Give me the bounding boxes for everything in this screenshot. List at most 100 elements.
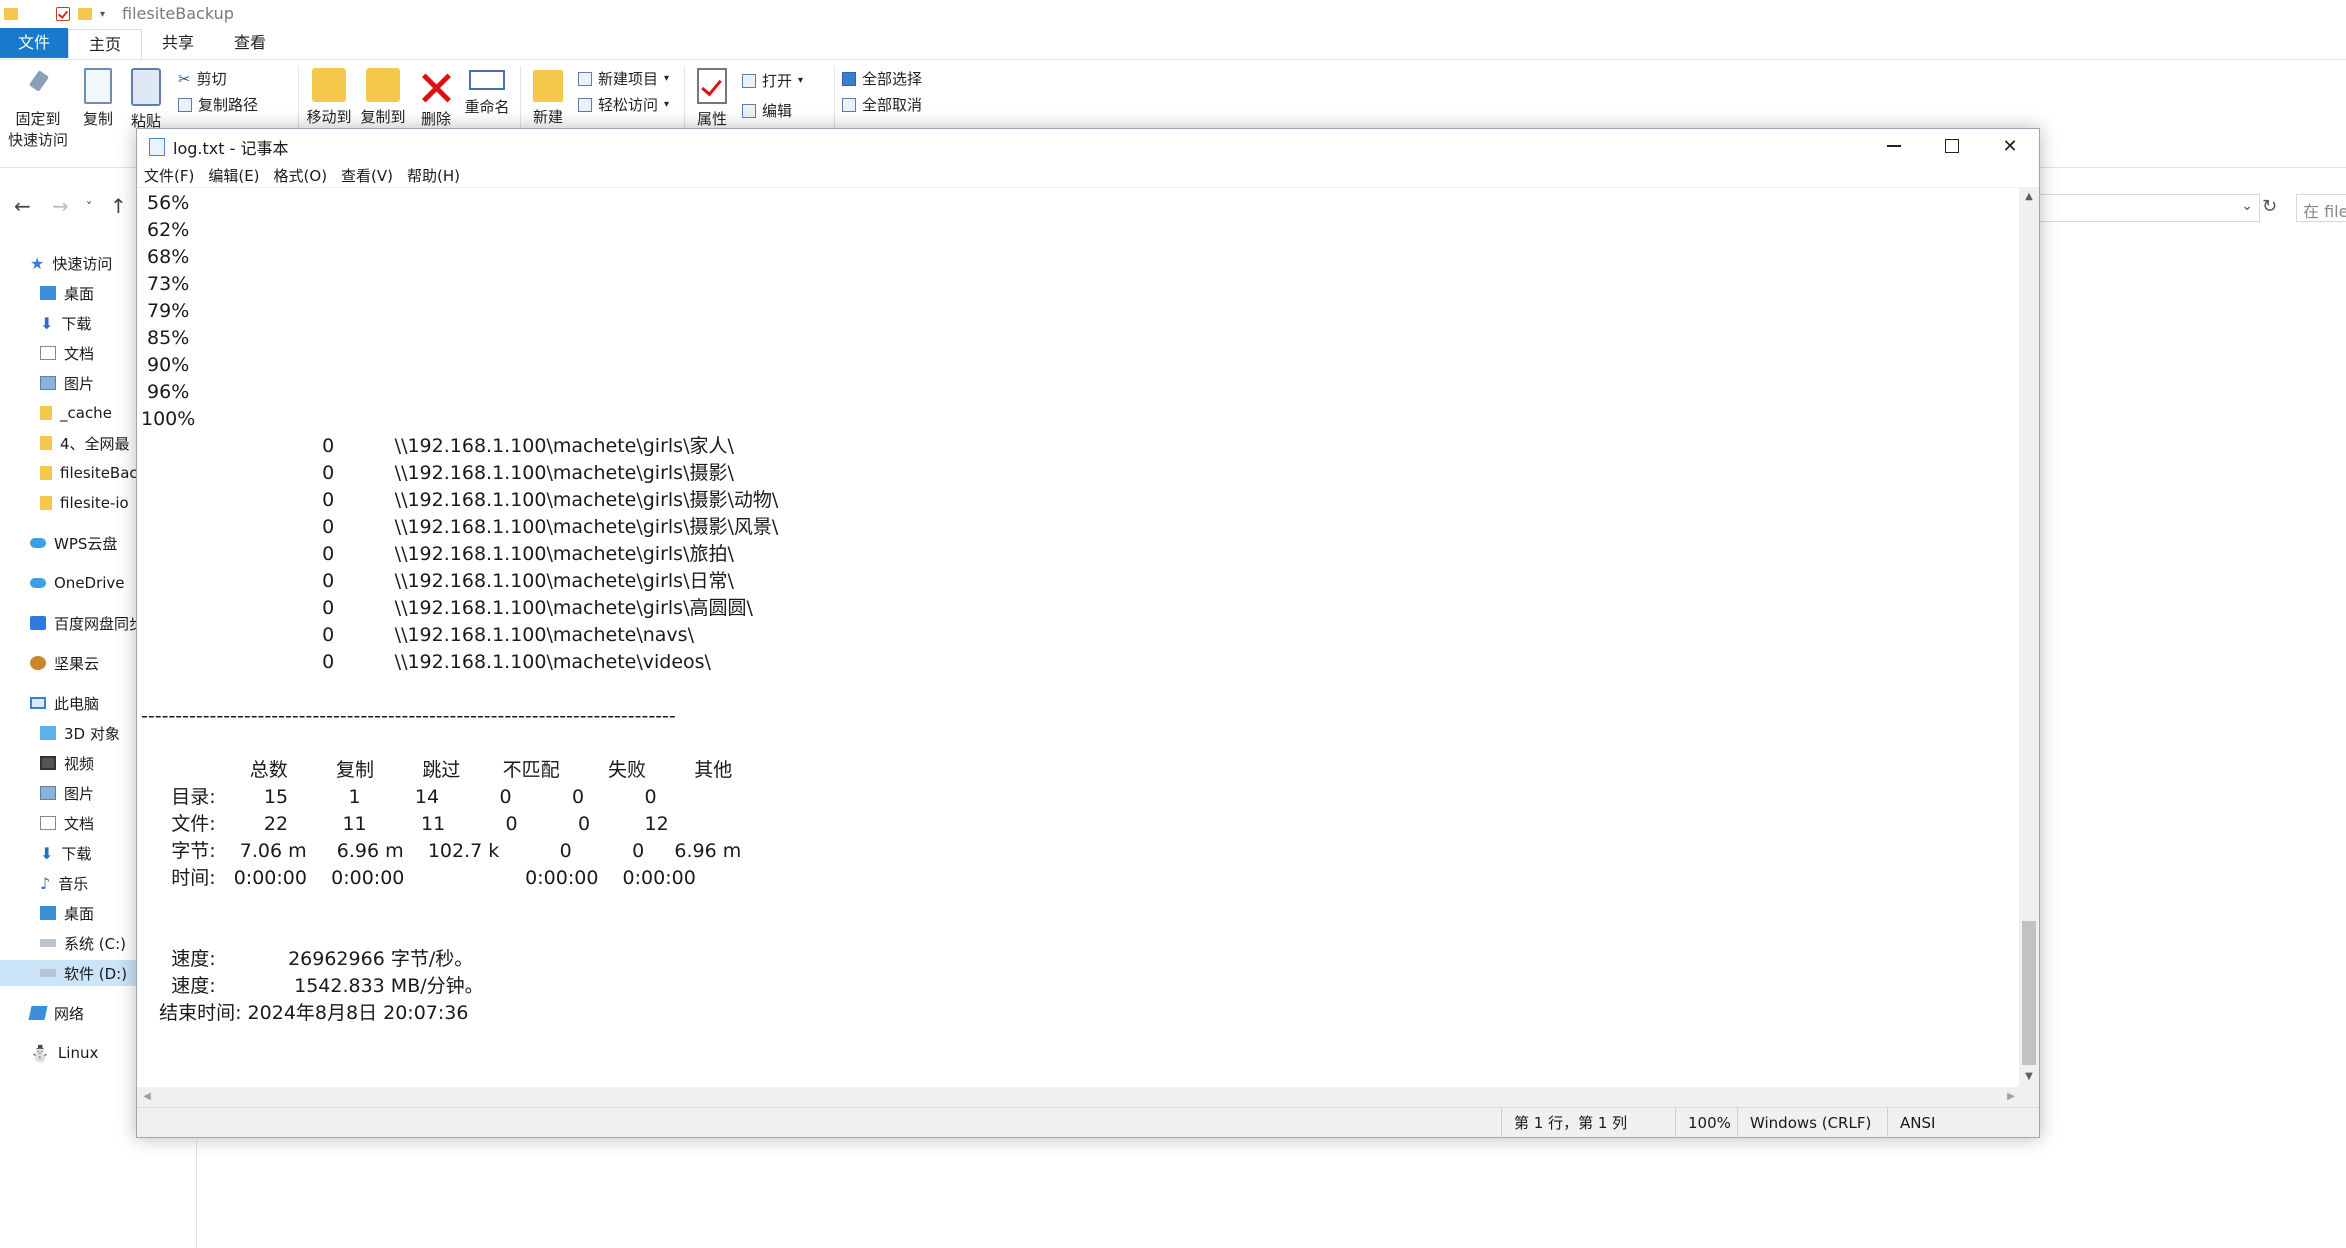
menu-edit[interactable]: 编辑(E) <box>201 165 266 186</box>
address-bar[interactable]: ⌄ <box>2030 194 2260 222</box>
sidebar-item-folder[interactable]: 4、全网最 <box>40 430 130 456</box>
sidebar-item-baidu-sync[interactable]: 百度网盘同步 <box>30 610 144 636</box>
up-arrow-icon[interactable]: ↑ <box>110 194 127 218</box>
sidebar-item-pictures-pc[interactable]: 图片 <box>40 780 94 806</box>
sidebar-item-drive-d[interactable]: 软件 (D:) <box>0 960 136 986</box>
sidebar-item-label: 桌面 <box>64 284 95 303</box>
sidebar-item-desktop[interactable]: 桌面 <box>40 280 94 306</box>
sidebar-item-downloads-pc[interactable]: ⬇ 下载 <box>40 840 91 866</box>
copy-to-button[interactable]: 复制到 <box>358 68 408 127</box>
sidebar-item-network[interactable]: 网络 <box>28 1000 84 1026</box>
sidebar-item-linux[interactable]: ⛄ Linux <box>30 1040 98 1066</box>
sidebar-item-pictures[interactable]: 图片 <box>40 370 94 396</box>
sidebar-item-documents-pc[interactable]: 文档 <box>40 810 94 836</box>
status-zoom: 100% <box>1675 1108 1731 1138</box>
sidebar-item-filesite-io[interactable]: filesite-io <box>40 490 129 516</box>
sidebar-item-nutstore[interactable]: 坚果云 <box>30 650 99 676</box>
linux-icon: ⛄ <box>30 1043 50 1063</box>
select-all-label: 全部选择 <box>862 70 923 88</box>
pin-quick-access-button[interactable]: 固定到 快速访问 <box>6 70 70 150</box>
menu-file[interactable]: 文件(F) <box>137 165 201 186</box>
tab-view[interactable]: 查看 <box>214 28 286 58</box>
open-button[interactable]: 打开 ▾ <box>742 70 803 91</box>
close-button[interactable]: ✕ <box>1981 129 2039 163</box>
desktop-icon <box>40 906 56 920</box>
copy-path-button[interactable]: 复制路径 <box>178 94 258 115</box>
move-to-button[interactable]: 移动到 <box>304 68 354 127</box>
easy-access-button[interactable]: 轻松访问 ▾ <box>578 94 669 115</box>
delete-button[interactable]: 删除 <box>414 70 458 129</box>
rename-button[interactable]: 重命名 <box>462 70 512 117</box>
folder-icon <box>40 436 52 450</box>
nutstore-icon <box>30 656 46 670</box>
desktop-icon <box>40 286 56 300</box>
sidebar-item-wps-cloud[interactable]: WPS云盘 <box>30 530 117 556</box>
chevron-down-icon[interactable]: ⌄ <box>2241 198 2253 214</box>
paste-button[interactable]: 粘贴 <box>126 68 166 131</box>
forward-arrow-icon[interactable]: → <box>52 194 69 218</box>
scroll-left-icon[interactable]: ◀ <box>137 1087 157 1107</box>
refresh-icon[interactable]: ↻ <box>2262 196 2277 217</box>
back-arrow-icon[interactable]: ← <box>14 194 31 218</box>
scroll-up-icon[interactable]: ▲ <box>2019 187 2039 207</box>
scroll-right-icon[interactable]: ▶ <box>2001 1087 2021 1107</box>
tab-share[interactable]: 共享 <box>142 28 214 58</box>
sidebar-item-music[interactable]: ♪ 音乐 <box>40 870 88 896</box>
new-folder-icon <box>533 70 563 102</box>
text-editor[interactable]: 56% 62% 68% 73% 79% 85% 90% 96% 100% 0 \… <box>137 187 2021 1087</box>
select-all-icon <box>842 71 856 86</box>
select-all-button[interactable]: 全部选择 <box>842 68 922 89</box>
sidebar-item-videos[interactable]: 视频 <box>40 750 94 776</box>
folder-icon <box>40 406 52 420</box>
select-none-button[interactable]: 全部取消 <box>842 94 922 115</box>
scroll-down-icon[interactable]: ▼ <box>2019 1067 2039 1087</box>
pin-label-line2: 快速访问 <box>7 131 68 149</box>
new-folder-label: 新建 <box>532 108 563 126</box>
chevron-down-icon: ▾ <box>664 99 670 110</box>
menu-help[interactable]: 帮助(H) <box>400 165 467 186</box>
recent-chevron-icon[interactable]: ˅ <box>86 200 92 214</box>
sidebar-item-downloads[interactable]: ⬇ 下载 <box>40 310 91 336</box>
new-item-button[interactable]: 新建项目 ▾ <box>578 68 669 89</box>
explorer-title: filesiteBackup <box>122 4 234 23</box>
quick-access-toolbar: ▾ <box>4 4 105 24</box>
sidebar-item-filesitebackup[interactable]: filesiteBac <box>40 460 138 486</box>
new-folder-button[interactable]: 新建 <box>528 70 568 127</box>
minimize-button[interactable] <box>1865 129 1923 163</box>
sidebar-item-quick-access[interactable]: ★ 快速访问 <box>30 250 112 276</box>
drive-icon <box>40 939 56 947</box>
download-icon: ⬇ <box>40 313 54 333</box>
sidebar-item-cache[interactable]: _cache <box>40 400 112 426</box>
sidebar-item-documents[interactable]: 文档 <box>40 340 94 366</box>
edit-button[interactable]: 编辑 <box>742 100 792 121</box>
new-folder-icon[interactable] <box>78 8 92 20</box>
sidebar-item-onedrive[interactable]: OneDrive <box>30 570 125 596</box>
paste-icon <box>131 68 161 106</box>
tab-home[interactable]: 主页 <box>68 29 143 59</box>
sidebar-item-desktop-pc[interactable]: 桌面 <box>40 900 94 926</box>
sidebar-item-label: WPS云盘 <box>54 534 118 553</box>
horizontal-scrollbar[interactable]: ◀ ▶ <box>137 1087 2021 1107</box>
move-to-label: 移动到 <box>306 108 352 126</box>
scroll-thumb[interactable] <box>2022 921 2036 1065</box>
copy-button[interactable]: 复制 <box>78 68 118 129</box>
move-to-icon <box>312 68 346 102</box>
sidebar-item-label: 桌面 <box>64 904 95 923</box>
sidebar-item-drive-c[interactable]: 系统 (C:) <box>40 930 126 956</box>
notepad-titlebar[interactable]: log.txt - 记事本 ✕ <box>137 129 2039 163</box>
log-content[interactable]: 56% 62% 68% 73% 79% 85% 90% 96% 100% 0 \… <box>137 188 2021 1029</box>
edit-label: 编辑 <box>762 102 793 120</box>
vertical-scrollbar[interactable]: ▲ ▼ <box>2019 187 2039 1087</box>
pin-icon <box>25 70 51 104</box>
search-input[interactable]: 在 file <box>2296 194 2346 222</box>
properties-check-icon[interactable] <box>56 7 70 21</box>
properties-button[interactable]: 属性 <box>692 68 732 129</box>
cut-button[interactable]: ✂ 剪切 <box>178 68 227 89</box>
dropdown-icon[interactable]: ▾ <box>100 9 105 20</box>
maximize-button[interactable] <box>1923 129 1981 163</box>
menu-format[interactable]: 格式(O) <box>267 165 335 186</box>
tab-file[interactable]: 文件 <box>0 28 68 58</box>
sidebar-item-this-pc[interactable]: 此电脑 <box>30 690 99 716</box>
menu-view[interactable]: 查看(V) <box>334 165 400 186</box>
sidebar-item-3d-objects[interactable]: 3D 对象 <box>40 720 120 746</box>
